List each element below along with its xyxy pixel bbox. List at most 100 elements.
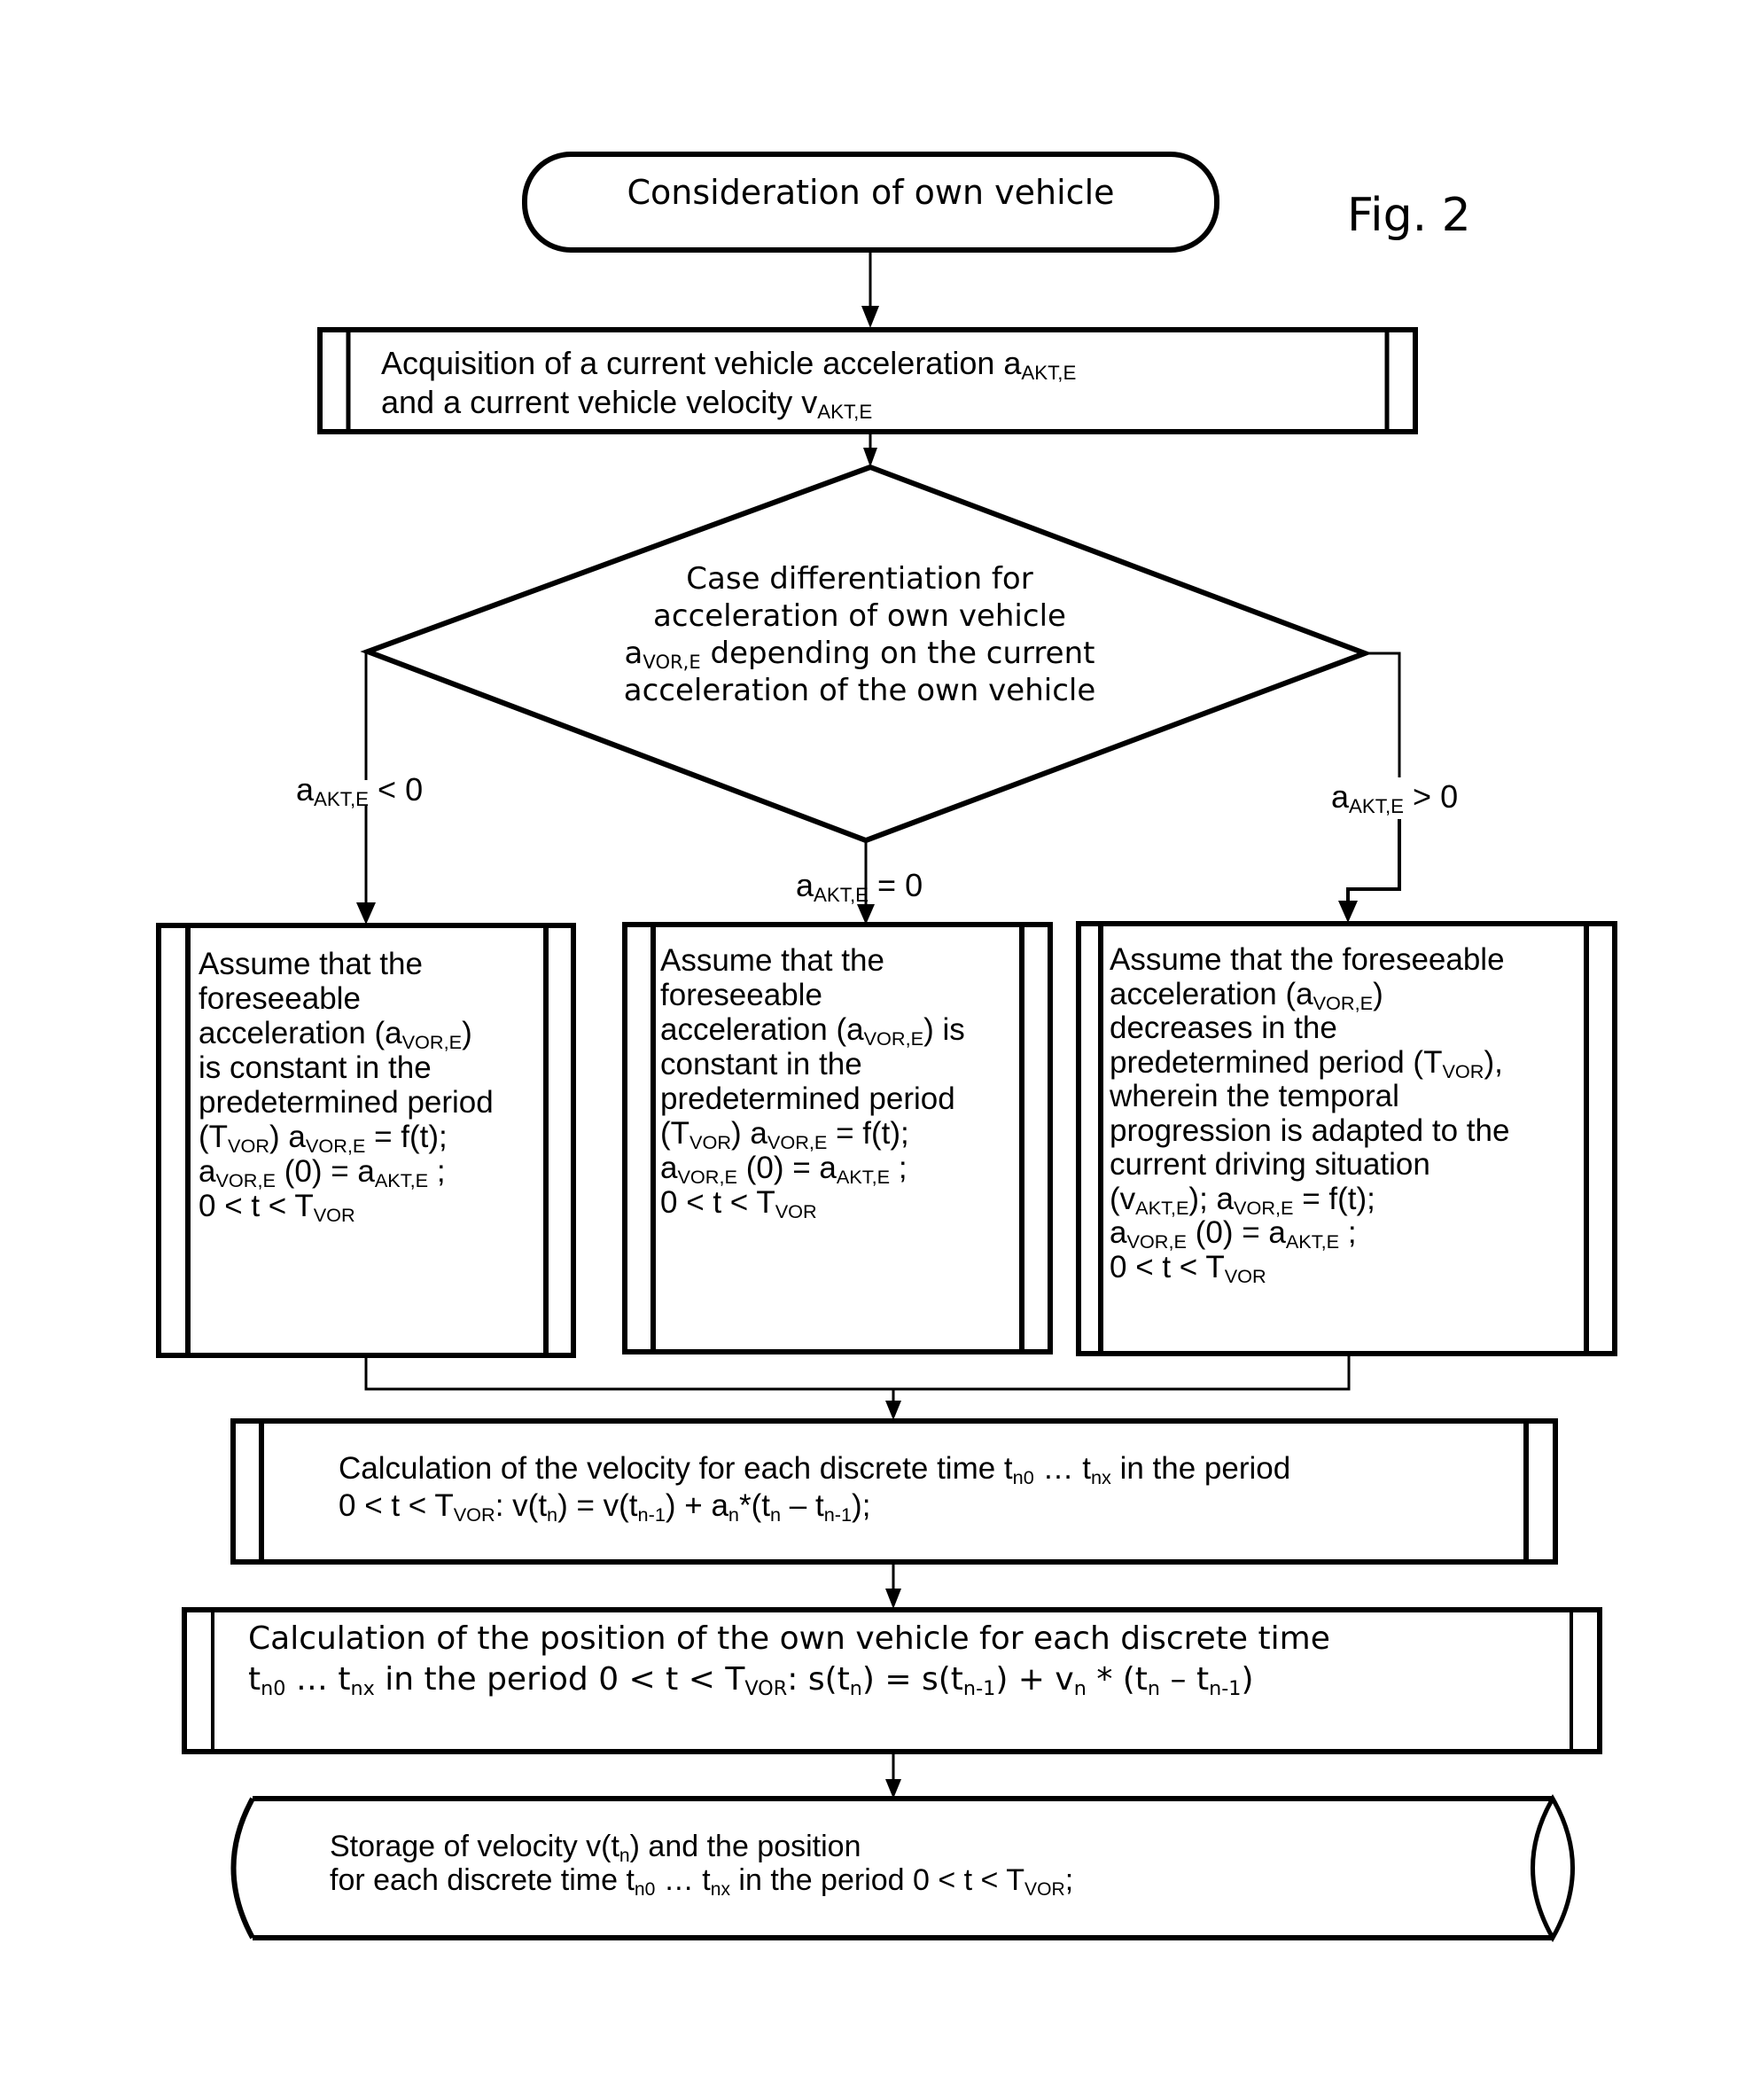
arrowhead bbox=[356, 902, 376, 925]
arrowhead bbox=[863, 448, 877, 467]
subscript: n bbox=[1073, 1677, 1087, 1701]
text-line: ; bbox=[1339, 1215, 1357, 1250]
start-terminal-label: Consideration of own vehicle bbox=[627, 173, 1115, 212]
text-line: progression is adapted to the bbox=[1110, 1112, 1510, 1148]
text-line: *(t bbox=[738, 1488, 770, 1523]
subscript: VOR bbox=[453, 1503, 495, 1526]
subscript: n bbox=[728, 1503, 739, 1526]
text-line: ) and the position bbox=[629, 1830, 861, 1863]
subscript: AKT,E bbox=[1285, 1230, 1340, 1253]
branch-label-left: aAKT,E < 0 bbox=[296, 771, 424, 811]
variable: a bbox=[796, 867, 814, 903]
text-line: decreases in the bbox=[1110, 1011, 1337, 1045]
case-box-right: Assume that the foreseeable acceleration… bbox=[1110, 942, 1510, 1284]
text-line: ) = s(t bbox=[861, 1661, 963, 1698]
text-line: Storage of velocity v(t bbox=[330, 1830, 619, 1863]
text-line: acceleration (a bbox=[199, 1016, 402, 1050]
branch-label-middle: aAKT,E = 0 bbox=[796, 867, 923, 905]
text-line: ) a bbox=[731, 1116, 767, 1151]
text-line: – t bbox=[1160, 1661, 1210, 1698]
text-line: ) bbox=[1241, 1661, 1254, 1698]
subscript: VOR bbox=[313, 1204, 355, 1227]
text-line: constant in the bbox=[660, 1047, 862, 1081]
decision-line3: depending on the current bbox=[700, 636, 1095, 671]
text-line: ); a bbox=[1188, 1181, 1234, 1216]
subscript: nx bbox=[350, 1677, 375, 1701]
acquisition-box: Acquisition of a current vehicle acceler… bbox=[381, 344, 1076, 422]
text-line: (v bbox=[1110, 1181, 1136, 1216]
subscript: n0 bbox=[634, 1878, 656, 1900]
text-line: ); bbox=[852, 1488, 871, 1523]
text-line: acceleration (a bbox=[1110, 976, 1313, 1011]
acquisition-line1: Acquisition of a current vehicle acceler… bbox=[381, 345, 1022, 381]
text-line: ), bbox=[1484, 1044, 1503, 1080]
subscript: n0 bbox=[261, 1677, 286, 1701]
text-line: = f(t); bbox=[827, 1116, 909, 1151]
arrowhead bbox=[885, 1589, 901, 1609]
text-line: ) bbox=[1373, 976, 1383, 1011]
subscript: n bbox=[547, 1503, 558, 1526]
text-line: (T bbox=[199, 1120, 229, 1154]
text-line: t bbox=[248, 1661, 261, 1698]
subscript: AKT,E bbox=[314, 788, 370, 811]
text-line: 0 < t < T bbox=[1110, 1249, 1225, 1284]
subscript: VOR,E bbox=[863, 1027, 924, 1050]
decision-line2: acceleration of own vehicle bbox=[653, 598, 1066, 634]
arrowhead bbox=[857, 904, 875, 925]
text-line: for each discrete time t bbox=[330, 1863, 635, 1897]
text-line: foreseeable bbox=[660, 978, 822, 1012]
variable: a bbox=[1331, 778, 1350, 815]
text-line: is constant in the bbox=[199, 1050, 432, 1085]
decision-line4: acceleration of the own vehicle bbox=[623, 673, 1096, 708]
text-line: – t bbox=[781, 1488, 824, 1523]
branch-label-right: aAKT,E > 0 bbox=[1331, 778, 1458, 816]
subscript: AKT,E bbox=[374, 1169, 429, 1192]
subscript: nx bbox=[710, 1878, 730, 1900]
case-box-middle: Assume that the foreseeable acceleration… bbox=[660, 943, 965, 1223]
storage-end-lens bbox=[1531, 1793, 1575, 1943]
arrowhead bbox=[885, 1779, 901, 1799]
flowchart-canvas: Fig. 2 Consideration of own vehicle Acqu… bbox=[0, 0, 1745, 2100]
text-line: acceleration (a bbox=[660, 1012, 864, 1047]
text-line: a bbox=[1110, 1215, 1127, 1250]
text-line: 0 < t < T bbox=[199, 1189, 314, 1223]
arrowhead bbox=[861, 306, 879, 328]
text-line: a bbox=[199, 1154, 216, 1189]
decision-diamond: Case differentiation for acceleration of… bbox=[567, 560, 1152, 709]
text-line: ; bbox=[428, 1154, 446, 1189]
text-line: predetermined period bbox=[660, 1081, 955, 1116]
acquisition-line2: and a current vehicle velocity v bbox=[381, 384, 818, 420]
subscript: VOR bbox=[775, 1200, 817, 1223]
condition: < 0 bbox=[369, 771, 424, 808]
decision-line1: Case differentiation for bbox=[686, 561, 1033, 597]
text-line: : v(t bbox=[495, 1488, 548, 1523]
text-line: current driving situation bbox=[1110, 1147, 1430, 1182]
text-line: 0 < t < T bbox=[339, 1488, 454, 1523]
text-line: Assume that the bbox=[199, 947, 423, 981]
arrowhead bbox=[885, 1401, 901, 1420]
text-line: (0) = a bbox=[736, 1151, 837, 1185]
text-line: = f(t); bbox=[365, 1120, 448, 1154]
subscript: AKT,E bbox=[1135, 1196, 1189, 1219]
condition: = 0 bbox=[869, 867, 923, 903]
text-line: ) = v(t bbox=[557, 1488, 638, 1523]
arrowhead bbox=[1338, 901, 1358, 923]
text-line: (0) = a bbox=[1186, 1215, 1286, 1250]
text-line: * (t bbox=[1086, 1661, 1148, 1698]
text-line: a bbox=[660, 1151, 678, 1185]
text-line: = f(t); bbox=[1293, 1181, 1375, 1216]
text-line: ) is bbox=[923, 1012, 965, 1047]
text-line: predetermined period bbox=[199, 1085, 494, 1120]
subscript: VOR bbox=[1442, 1059, 1484, 1082]
text-line: ; bbox=[1064, 1863, 1074, 1897]
text-line: ) bbox=[462, 1016, 472, 1050]
text-line: 0 < t < T bbox=[660, 1185, 775, 1220]
text-line: in the period 0 < t < T bbox=[729, 1863, 1025, 1897]
branch-right-line bbox=[1365, 652, 1401, 777]
subscript: n-1 bbox=[1209, 1677, 1242, 1701]
text-line: Calculation of the velocity for each dis… bbox=[339, 1451, 1013, 1486]
subscript: n bbox=[769, 1503, 782, 1526]
text-line: in the period 0 < t < T bbox=[374, 1661, 745, 1698]
variable: a bbox=[624, 636, 643, 671]
subscript: VOR,E bbox=[643, 650, 701, 673]
